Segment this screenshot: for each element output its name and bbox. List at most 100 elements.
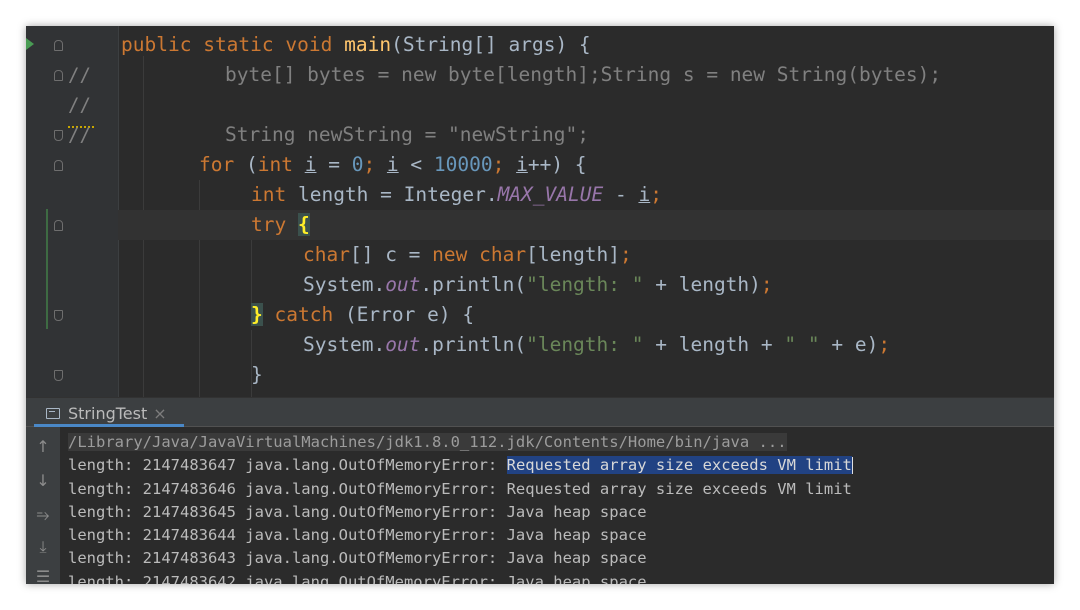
code-text: System. bbox=[303, 333, 386, 356]
run-tool-header: StringTest × bbox=[26, 397, 1054, 427]
code-line-12: } bbox=[118, 360, 1054, 390]
selected-text[interactable]: Requested array size exceeds VM limit bbox=[506, 456, 852, 475]
code-line-2: byte[] bytes = new byte[length];String s… bbox=[118, 60, 1054, 90]
code-area[interactable]: public static void main(String[] args) {… bbox=[118, 26, 1054, 397]
gutter-line-4: // bbox=[26, 120, 118, 150]
print-icon[interactable]: ☰ bbox=[26, 567, 60, 584]
ide-window: // // // public static void main(String[… bbox=[26, 26, 1054, 584]
code-text: [] c = bbox=[349, 243, 433, 266]
code-text: ; bbox=[620, 243, 632, 266]
static-field: out bbox=[385, 333, 421, 356]
code-text: ; bbox=[363, 153, 387, 176]
editor-gutter[interactable]: // // // bbox=[26, 26, 119, 397]
gutter-line-3: // bbox=[26, 90, 118, 120]
code-line-6: int length = Integer.MAX_VALUE - i; bbox=[118, 180, 1054, 210]
keyword: static bbox=[203, 33, 274, 56]
gutter-line-1 bbox=[26, 30, 118, 60]
console-line: length: 2147483645 java.lang.OutOfMemory… bbox=[68, 502, 647, 521]
console-line-command: /Library/Java/JavaVirtualMachines/jdk1.8… bbox=[68, 431, 853, 454]
fold-icon[interactable] bbox=[54, 220, 63, 231]
fold-icon[interactable] bbox=[54, 130, 63, 141]
soft-wrap-icon[interactable]: ⥱ bbox=[26, 505, 60, 525]
console-line: length: 2147483642 java.lang.OutOfMemory… bbox=[68, 572, 647, 584]
code-text: ; bbox=[878, 333, 891, 356]
keyword: int bbox=[257, 153, 293, 176]
gutter-line-12 bbox=[26, 360, 118, 390]
code-line-4: String newString = "newString"; bbox=[118, 120, 1054, 150]
console-line: length: 2147483646 java.lang.OutOfMemory… bbox=[68, 479, 852, 498]
code-text: } bbox=[251, 363, 263, 386]
gutter-line-2: // bbox=[26, 60, 118, 128]
method-name: main bbox=[344, 33, 392, 56]
code-text: ; bbox=[492, 153, 517, 176]
code-text: ( bbox=[234, 153, 258, 176]
code-line-9: System.out.println("length: " + length); bbox=[118, 270, 1054, 300]
run-console[interactable]: ↑ ↓ ⥱ ⤓ ☰ /Library/Java/JavaVirtualMachi… bbox=[26, 427, 1054, 584]
code-text: + e) bbox=[819, 333, 879, 356]
matched-brace: { bbox=[297, 213, 310, 236]
fold-icon[interactable] bbox=[54, 160, 63, 171]
code-text: .println( bbox=[420, 273, 527, 296]
code-text: [length] bbox=[526, 243, 621, 266]
comment-text: byte[] bytes = new byte[length];String s… bbox=[225, 63, 942, 86]
gutter-line-7 bbox=[26, 210, 118, 240]
keyword: int bbox=[251, 183, 287, 206]
code-text: System. bbox=[303, 273, 386, 296]
run-icon[interactable] bbox=[26, 38, 34, 50]
console-output[interactable]: /Library/Java/JavaVirtualMachines/jdk1.8… bbox=[68, 431, 853, 584]
command-path[interactable]: /Library/Java/JavaVirtualMachines/jdk1.8… bbox=[68, 433, 787, 451]
scroll-to-end-icon[interactable]: ⤓ bbox=[26, 537, 60, 557]
fold-icon[interactable] bbox=[54, 70, 63, 81]
string-literal: "length: " bbox=[526, 273, 644, 296]
code-text: ++) { bbox=[527, 153, 587, 176]
code-line-1: public static void main(String[] args) { bbox=[118, 30, 1054, 60]
console-toolbar: ↑ ↓ ⥱ ⤓ ☰ bbox=[26, 427, 60, 584]
code-text: - bbox=[603, 183, 639, 206]
arrow-up-icon[interactable]: ↑ bbox=[26, 437, 60, 456]
console-tab-icon bbox=[46, 407, 60, 419]
code-line-10: } catch (Error e) { bbox=[118, 300, 1054, 330]
code-line-5: for (int i = 0; i < 10000; i++) { bbox=[118, 150, 1054, 180]
fold-icon[interactable] bbox=[54, 40, 63, 51]
keyword: try bbox=[251, 213, 287, 236]
string-literal: " " bbox=[784, 333, 820, 356]
code-text: (Error e) { bbox=[333, 303, 475, 326]
variable: i bbox=[516, 153, 528, 176]
console-line: length: 2147483643 java.lang.OutOfMemory… bbox=[68, 549, 647, 568]
gutter-line-10 bbox=[26, 300, 118, 330]
keyword: void bbox=[285, 33, 333, 56]
code-line-8: char[] c = new char[length]; bbox=[118, 240, 1054, 270]
text-caret bbox=[851, 457, 853, 475]
static-field: MAX_VALUE bbox=[497, 183, 604, 206]
console-line: length: 2147483644 java.lang.OutOfMemory… bbox=[68, 526, 647, 545]
code-text: < bbox=[398, 153, 434, 176]
number-literal: 10000 bbox=[433, 153, 493, 176]
comment-text: String newString = "newString"; bbox=[225, 123, 589, 146]
code-text: (String[] args) { bbox=[391, 33, 591, 56]
code-line-7: try { bbox=[118, 210, 1054, 240]
variable: i bbox=[638, 183, 651, 206]
code-text: ; bbox=[650, 183, 662, 206]
fold-icon[interactable] bbox=[54, 310, 63, 321]
keyword: new bbox=[432, 243, 468, 266]
code-text: ; bbox=[760, 273, 773, 296]
code-text: + length) bbox=[643, 273, 761, 296]
code-text: .println( bbox=[420, 333, 527, 356]
code-text: = bbox=[316, 153, 352, 176]
gutter-line-5 bbox=[26, 150, 118, 180]
output-text: length: 2147483647 java.lang.OutOfMemory… bbox=[68, 456, 507, 475]
keyword: catch bbox=[274, 303, 334, 326]
code-editor[interactable]: // // // public static void main(String[… bbox=[26, 26, 1054, 397]
arrow-down-icon[interactable]: ↓ bbox=[26, 471, 60, 490]
tab-label: StringTest bbox=[68, 403, 148, 423]
close-icon[interactable]: × bbox=[153, 404, 166, 423]
console-line: length: 2147483647 java.lang.OutOfMemory… bbox=[68, 454, 853, 477]
code-text: length = Integer. bbox=[286, 183, 498, 206]
variable: i bbox=[386, 153, 399, 176]
code-line-11: System.out.println("length: " + length +… bbox=[118, 330, 1054, 360]
variable: i bbox=[304, 153, 317, 176]
gutter-comment-marker: // bbox=[68, 64, 91, 86]
fold-icon[interactable] bbox=[54, 370, 63, 381]
string-literal: "length: " bbox=[526, 333, 644, 356]
